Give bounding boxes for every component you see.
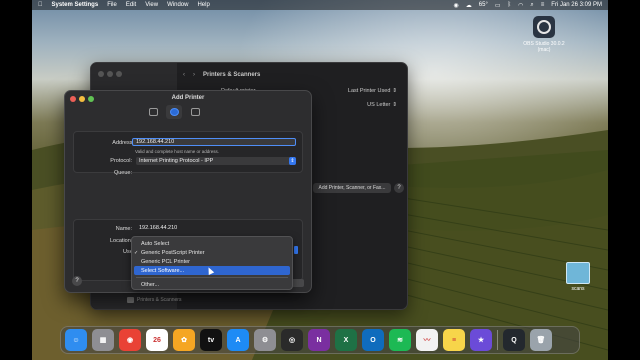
menu-item-label: Generic PCL Printer bbox=[141, 258, 191, 265]
menu-item-generic-pcl[interactable]: Generic PCL Printer bbox=[132, 257, 292, 266]
printer-icon bbox=[127, 297, 134, 303]
clock[interactable]: Fri Jan 26 3:09 PM bbox=[551, 2, 602, 8]
address-hint: Valid and complete host name or address. bbox=[135, 149, 219, 154]
name-label: Name: bbox=[115, 226, 132, 232]
bluetooth-icon[interactable]: ᛒ bbox=[508, 2, 512, 8]
menu-item-label: Generic PostScript Printer bbox=[141, 249, 205, 256]
forward-icon[interactable]: › bbox=[193, 72, 195, 78]
scans-label: scans bbox=[571, 286, 585, 292]
zoom-button[interactable] bbox=[116, 71, 122, 77]
chevron-updown-icon: ⇕ bbox=[392, 102, 397, 108]
spotlight-icon[interactable]: ⌕ bbox=[530, 2, 533, 9]
printer-icon bbox=[148, 108, 158, 116]
menu-help[interactable]: Help bbox=[197, 2, 209, 8]
desktop:  System Settings File Edit View Window … bbox=[32, 0, 608, 360]
dock-system-settings-icon[interactable]: ⚙ bbox=[254, 329, 276, 351]
windows-printer-icon bbox=[190, 108, 200, 116]
default-printer-select[interactable]: Last Printer Used bbox=[348, 88, 391, 94]
dock-outlook-icon[interactable]: O bbox=[362, 329, 384, 351]
name-input[interactable]: 192.168.44.210 bbox=[136, 224, 296, 232]
dock-excel-icon[interactable]: X bbox=[335, 329, 357, 351]
dialog-title: Add Printer bbox=[171, 95, 205, 101]
queue-input[interactable] bbox=[136, 168, 296, 176]
battery-icon[interactable]: ▭ bbox=[495, 2, 501, 9]
settings-help-button[interactable]: ? bbox=[394, 183, 404, 193]
protocol-value: Internet Printing Protocol - IPP bbox=[139, 158, 214, 164]
control-center-icon[interactable]: ≡ bbox=[541, 2, 545, 8]
menu-window[interactable]: Window bbox=[167, 2, 188, 8]
settings-toolbar: ‹ › Printers & Scanners bbox=[183, 69, 401, 81]
location-label: Location bbox=[110, 238, 131, 244]
close-button[interactable] bbox=[98, 71, 104, 77]
dock-apple-tv-icon[interactable]: tv bbox=[200, 329, 222, 351]
temperature[interactable]: 65° bbox=[479, 2, 488, 8]
tab-default-printers[interactable] bbox=[145, 105, 161, 119]
menu-item-label: Select Software... bbox=[141, 267, 185, 274]
settings-title: Printers & Scanners bbox=[203, 72, 261, 78]
dock-app-store-icon[interactable]: A bbox=[227, 329, 249, 351]
dock-calendar-icon[interactable]: 26 bbox=[146, 329, 168, 351]
add-printer-scanner-fax-button[interactable]: Add Printer, Scanner, or Fax... bbox=[313, 183, 391, 193]
dock-onenote-icon[interactable]: N bbox=[308, 329, 330, 351]
menu-item-other[interactable]: Other... bbox=[132, 280, 292, 289]
menu-app-name[interactable]: System Settings bbox=[52, 2, 99, 8]
dock-quicktime-icon[interactable]: ◎ bbox=[281, 329, 303, 351]
obs-desktop-icon[interactable]: OBS Studio 30.0.2 (mac) bbox=[518, 16, 570, 53]
obs-label: OBS Studio 30.0.2 (mac) bbox=[523, 41, 565, 53]
dock-photos-icon[interactable]: ✿ bbox=[173, 329, 195, 351]
dock-quicktime-player-icon[interactable]: Q bbox=[503, 329, 525, 351]
dock-divider bbox=[497, 330, 498, 350]
use-select-arrow-icon[interactable] bbox=[294, 246, 298, 254]
dock-freeform-icon[interactable]: 〰 bbox=[416, 329, 438, 351]
apple-menu-icon[interactable]:  bbox=[38, 2, 43, 8]
dock-imovie-icon[interactable]: ★ bbox=[470, 329, 492, 351]
menu-edit[interactable]: Edit bbox=[126, 2, 136, 8]
address-input[interactable]: 192.168.44.210 bbox=[132, 138, 296, 146]
use-dropdown-menu: Auto Select ✓ Generic PostScript Printer… bbox=[131, 236, 293, 290]
chevron-updown-icon: ⇕ bbox=[289, 157, 296, 165]
menu-item-label: Other... bbox=[141, 281, 160, 288]
settings-window-controls bbox=[98, 71, 125, 77]
menu-bar:  System Settings File Edit View Window … bbox=[32, 0, 608, 10]
tab-windows[interactable] bbox=[187, 105, 203, 119]
menu-item-generic-postscript[interactable]: ✓ Generic PostScript Printer bbox=[132, 248, 292, 257]
chevron-updown-icon: ⇕ bbox=[392, 88, 397, 94]
dock-chrome-icon[interactable]: ◉ bbox=[119, 329, 141, 351]
protocol-select[interactable]: Internet Printing Protocol - IPP ⇕ bbox=[136, 157, 296, 165]
minimize-button[interactable] bbox=[107, 71, 113, 77]
sidebar-item-printers-scanners[interactable]: Printers & Scanners bbox=[127, 297, 181, 303]
record-status-icon[interactable]: ◉ bbox=[454, 2, 459, 9]
paper-size-select[interactable]: US Letter bbox=[367, 102, 390, 108]
tab-ip[interactable] bbox=[166, 105, 182, 119]
dock: ☺ ▦ ◉ 26 ✿ tv A ⚙ ◎ N X O ≋ 〰 ≡ ★ Q 🗑 bbox=[60, 326, 580, 354]
scans-folder-icon[interactable]: scans bbox=[560, 262, 596, 292]
queue-label: Queue: bbox=[113, 170, 132, 176]
dialog-help-button[interactable]: ? bbox=[72, 276, 82, 286]
menu-file[interactable]: File bbox=[107, 2, 117, 8]
dock-finder-icon[interactable]: ☺ bbox=[65, 329, 87, 351]
menu-view[interactable]: View bbox=[145, 2, 158, 8]
protocol-label: Protocol: bbox=[110, 158, 132, 164]
dock-trash-icon[interactable]: 🗑 bbox=[530, 329, 552, 351]
menu-item-auto-select[interactable]: Auto Select bbox=[132, 239, 292, 248]
menu-divider bbox=[136, 277, 288, 278]
weather-icon[interactable]: ☁ bbox=[466, 2, 472, 9]
obs-icon bbox=[533, 16, 555, 38]
folder-icon bbox=[566, 262, 590, 284]
address-label: Address: bbox=[112, 140, 134, 146]
dock-notes-icon[interactable]: ≡ bbox=[443, 329, 465, 351]
sidebar-item-label: Printers & Scanners bbox=[137, 297, 182, 303]
checkmark-icon: ✓ bbox=[134, 249, 139, 256]
globe-icon bbox=[169, 108, 179, 116]
menu-item-label: Auto Select bbox=[141, 240, 170, 247]
dock-launchpad-icon[interactable]: ▦ bbox=[92, 329, 114, 351]
wifi-icon[interactable]: ◠ bbox=[518, 2, 523, 9]
dock-spotify-icon[interactable]: ≋ bbox=[389, 329, 411, 351]
back-icon[interactable]: ‹ bbox=[183, 72, 185, 78]
